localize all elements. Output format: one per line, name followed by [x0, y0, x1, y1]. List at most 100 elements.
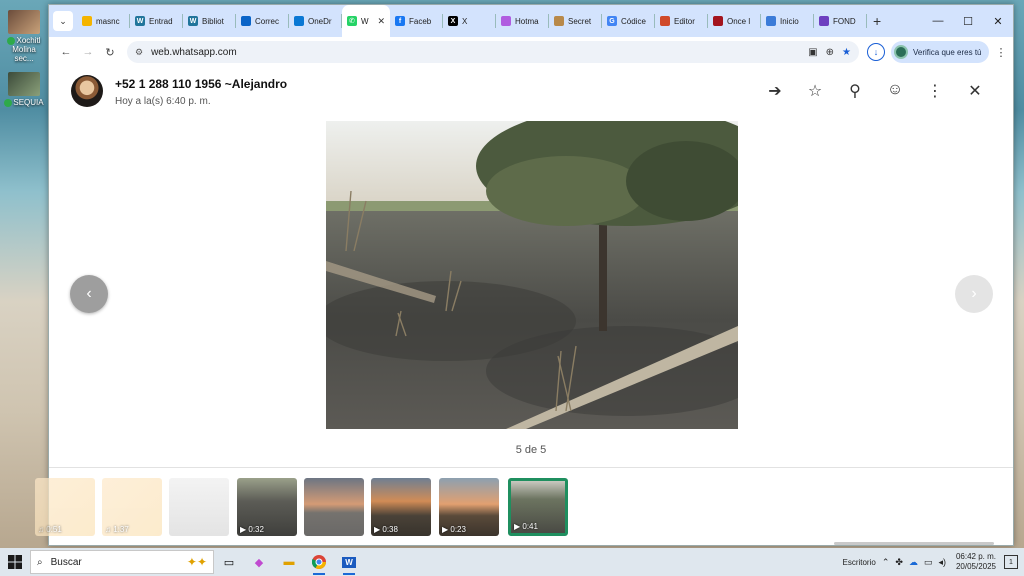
notification-center-icon[interactable]: 1 — [1004, 555, 1018, 569]
wordpress-icon: W — [188, 16, 198, 26]
media-thumbnail[interactable]: ▶ 0:32 — [237, 478, 297, 536]
x-icon: X — [448, 16, 458, 26]
back-button[interactable]: ← — [55, 41, 77, 63]
taskbar: ⌕ Buscar ✦✦ ▭ ◆ ▬ W Escritorio ⌃ ✤ ☁ ▭ ◂… — [0, 548, 1024, 576]
tab-label: Secret — [568, 16, 592, 26]
clock[interactable]: 06:42 p. m. 20/05/2025 — [956, 552, 996, 572]
browser-menu-icon[interactable]: ⋮ — [995, 46, 1006, 59]
desktop-toolbar-label[interactable]: Escritorio — [842, 558, 875, 567]
seal-icon — [554, 16, 564, 26]
tab-label: OneDr — [308, 16, 332, 26]
zoom-icon[interactable]: ⊕ — [826, 47, 834, 58]
media-thumbnail[interactable]: ♫ 1:37 — [102, 478, 162, 536]
tab-13[interactable]: Inicio — [761, 5, 814, 37]
taskbar-search[interactable]: ⌕ Buscar ✦✦ — [30, 550, 214, 574]
tab-7[interactable]: XX — [443, 5, 496, 37]
word-app-icon[interactable]: W — [334, 548, 364, 576]
profile-avatar — [894, 45, 908, 59]
chrome-app-icon[interactable] — [304, 548, 334, 576]
download-icon[interactable]: ↓ — [867, 43, 885, 61]
headphones-icon: ♫ — [105, 525, 114, 534]
tab-4[interactable]: OneDr — [289, 5, 342, 37]
close-window-button[interactable]: ✕ — [983, 5, 1013, 37]
video-duration: ▶ 0:41 — [514, 522, 538, 531]
tab-1[interactable]: W Entrad — [130, 5, 183, 37]
forward-icon[interactable]: ➔ — [755, 81, 795, 101]
site-info-icon[interactable]: ⚙ — [135, 47, 143, 58]
desktop-icon-thumbnail — [8, 10, 40, 34]
tab-list: masnc W Entrad W Bibliot Correc OneDr ✆ W ✕ f Faceb… — [77, 5, 867, 37]
desktop-icon-xochitl[interactable]: Xochitl Molina sec... — [4, 10, 44, 63]
forward-button[interactable]: → — [77, 41, 99, 63]
thumbnail-scrollbar[interactable] — [834, 542, 994, 545]
viewer-header: +52 1 288 110 1956 ~Alejandro Hoy a la(s… — [49, 67, 1013, 119]
media-counter: 5 de 5 — [515, 444, 547, 456]
address-bar[interactable]: ⚙ web.whatsapp.com ▣ ⊕ ★ — [127, 41, 859, 63]
viewer-actions: ➔ ☆ ⚲ ☺ ⋮ ✕ — [755, 81, 995, 101]
maximize-button[interactable]: ☐ — [953, 5, 983, 37]
sender-name: +52 1 288 110 1956 ~Alejandro — [115, 77, 288, 91]
outlook-icon — [241, 16, 251, 26]
install-app-icon[interactable]: ▣ — [808, 47, 817, 58]
bookmark-star-icon[interactable]: ★ — [842, 47, 851, 58]
media-thumbnail[interactable] — [169, 478, 229, 536]
desktop-icon-label: SEQUIA — [13, 98, 44, 107]
window-controls: — ☐ ✕ — [923, 5, 1013, 37]
display-icon[interactable]: ▭ — [924, 557, 933, 568]
system-tray: Escritorio ⌃ ✤ ☁ ▭ ◂) 06:42 p. m. 20/05/… — [842, 552, 1024, 572]
tab-5[interactable]: ✆ W ✕ — [342, 5, 390, 37]
next-media-button[interactable]: › — [955, 275, 993, 313]
emoji-icon[interactable]: ☺ — [875, 81, 915, 101]
duration-text: 0:38 — [382, 525, 398, 534]
duration-text: 0:41 — [522, 522, 538, 531]
search-placeholder: Buscar — [50, 556, 82, 568]
tab-0[interactable]: masnc — [77, 5, 130, 37]
tab-label: Faceb — [409, 16, 432, 26]
sender-avatar[interactable] — [71, 75, 103, 107]
start-button[interactable] — [0, 548, 30, 576]
tab-9[interactable]: Secret — [549, 5, 602, 37]
minimize-button[interactable]: — — [923, 5, 953, 37]
desktop-icon-sequia[interactable]: SEQUIA — [4, 72, 44, 107]
tab-8[interactable]: Hotma — [496, 5, 549, 37]
app-tray-icon[interactable]: ✤ — [895, 557, 903, 568]
close-viewer-icon[interactable]: ✕ — [955, 81, 995, 101]
pin-icon[interactable]: ⚲ — [835, 81, 875, 101]
tab-11[interactable]: Editor — [655, 5, 708, 37]
previous-media-button[interactable]: ‹ — [70, 275, 108, 313]
tab-6[interactable]: f Faceb — [390, 5, 443, 37]
close-tab-icon[interactable]: ✕ — [377, 16, 385, 27]
tab-label: Bibliot — [202, 16, 224, 26]
drive-icon — [82, 16, 92, 26]
new-tab-button[interactable]: + — [873, 13, 881, 29]
thumbnail-strip: ♫ 0:51 ♫ 1:37 ▶ 0:32 ▶ 0:38 ▶ 0:23 ▶ 0:41 — [35, 467, 1013, 545]
star-icon[interactable]: ☆ — [795, 81, 835, 101]
tab-10[interactable]: G Códice — [602, 5, 655, 37]
search-icon: ⌕ — [37, 556, 43, 568]
tab-label: Inicio — [780, 16, 799, 26]
video-duration: ▶ 0:32 — [240, 525, 264, 534]
profile-button[interactable]: Verifica que eres tú — [891, 41, 990, 63]
onedrive-tray-icon[interactable]: ☁ — [909, 557, 918, 568]
tab-14[interactable]: FOND — [814, 5, 867, 37]
tab-2[interactable]: W Bibliot — [183, 5, 236, 37]
task-view-icon[interactable]: ▭ — [214, 548, 244, 576]
whatsapp-icon: ✆ — [347, 16, 357, 26]
sent-time: Hoy a la(s) 6:40 p. m. — [115, 96, 211, 107]
volume-icon[interactable]: ◂) — [938, 557, 946, 568]
media-thumbnail[interactable]: ▶ 0:41 — [508, 478, 568, 536]
media-thumbnail[interactable] — [304, 478, 364, 536]
media-thumbnail[interactable]: ▶ 0:38 — [371, 478, 431, 536]
tab-12[interactable]: Once l — [708, 5, 761, 37]
tab-strip: ⌄ masnc W Entrad W Bibliot Correc OneDr ✆ W ✕ f Fac… — [49, 5, 1013, 37]
media-thumbnail[interactable]: ♫ 0:51 — [35, 478, 95, 536]
more-options-icon[interactable]: ⋮ — [915, 81, 955, 101]
show-hidden-icons-icon[interactable]: ⌃ — [882, 557, 890, 568]
reload-button[interactable]: ↻ — [99, 41, 121, 63]
tab-search-button[interactable]: ⌄ — [53, 11, 73, 31]
copilot-app-icon[interactable]: ◆ — [244, 548, 274, 576]
tab-3[interactable]: Correc — [236, 5, 289, 37]
file-explorer-icon[interactable]: ▬ — [274, 548, 304, 576]
media-thumbnail[interactable]: ▶ 0:23 — [439, 478, 499, 536]
copilot-icon — [501, 16, 511, 26]
